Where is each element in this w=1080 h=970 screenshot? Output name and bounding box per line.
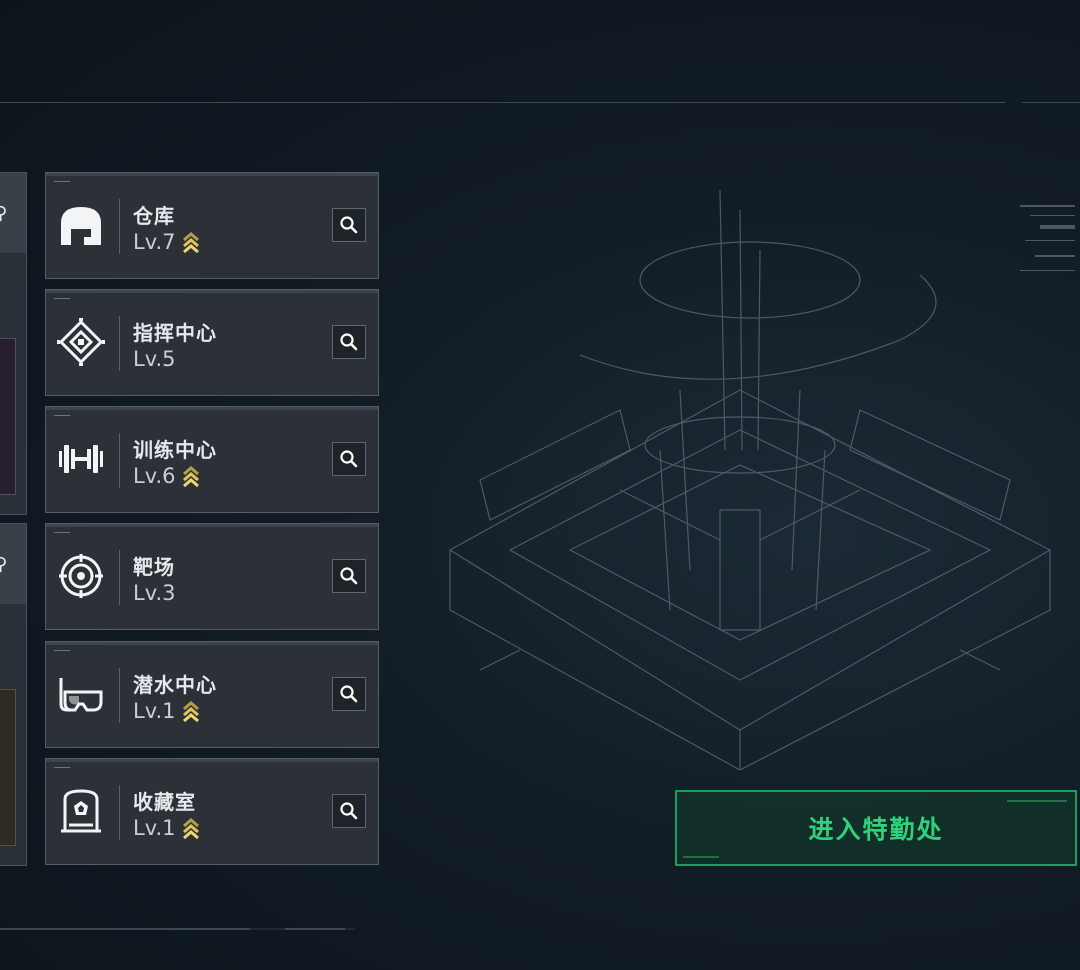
facility-card[interactable]: 收藏室 Lv.1 (45, 758, 379, 865)
card-corner-mark (54, 415, 70, 419)
facility-search-button[interactable] (332, 794, 366, 828)
card-corner-mark (54, 767, 70, 771)
top-divider-right (1022, 102, 1080, 103)
facility-level: Lv.6 (133, 464, 176, 488)
card-corner-mark (54, 532, 70, 536)
card-divider (119, 550, 120, 605)
facility-name: 靶场 (133, 555, 175, 579)
top-divider (0, 102, 1005, 103)
facility-name: 潜水中心 (133, 673, 217, 697)
search-icon (339, 801, 359, 821)
facility-search-button[interactable] (332, 325, 366, 359)
search-icon (339, 566, 359, 586)
card-divider (119, 199, 120, 254)
upgrade-available-icon (182, 232, 199, 254)
target-icon (57, 552, 105, 600)
diving-mask-icon (57, 670, 105, 718)
hud-decoration (1020, 205, 1075, 271)
facility-name: 指挥中心 (133, 321, 217, 345)
search-icon (339, 684, 359, 704)
card-divider (119, 668, 120, 723)
collection-display-icon (57, 787, 105, 835)
search-icon (339, 332, 359, 352)
facility-level: Lv.1 (133, 816, 176, 840)
facility-name: 收藏室 (133, 790, 196, 814)
left-card-partial-2[interactable]: ⚲ (0, 523, 27, 866)
facility-card[interactable]: 训练中心 Lv.6 (45, 406, 379, 513)
bottom-scroll-indicator (0, 928, 355, 930)
facility-level-row: Lv.3 (133, 581, 176, 605)
facility-search-button[interactable] (332, 208, 366, 242)
search-icon: ⚲ (0, 554, 8, 575)
card-corner-mark (54, 650, 70, 654)
upgrade-available-icon (182, 466, 199, 488)
base-wireframe-illustration (448, 190, 1052, 770)
facility-level: Lv.5 (133, 347, 176, 371)
facility-level-row: Lv.5 (133, 347, 176, 371)
facility-card[interactable]: 靶场 Lv.3 (45, 523, 379, 630)
facility-search-button[interactable] (332, 442, 366, 476)
search-icon (339, 215, 359, 235)
facility-name: 训练中心 (133, 438, 217, 462)
facility-card[interactable]: 仓库 Lv.7 (45, 172, 379, 279)
facility-card[interactable]: 指挥中心 Lv.5 (45, 289, 379, 396)
command-center-icon (57, 318, 105, 366)
search-icon (339, 449, 359, 469)
dumbbell-icon (57, 435, 105, 483)
facility-search-button[interactable] (332, 559, 366, 593)
facility-level: Lv.3 (133, 581, 176, 605)
upgrade-available-icon (182, 818, 199, 840)
facility-level: Lv.1 (133, 699, 176, 723)
card-corner-mark (54, 181, 70, 185)
facility-name: 仓库 (133, 204, 175, 228)
facility-level-row: Lv.7 (133, 230, 200, 254)
upgrade-available-icon (182, 701, 199, 723)
facility-level: Lv.7 (133, 230, 176, 254)
facility-level-row: Lv.1 (133, 699, 200, 723)
search-icon: ⚲ (0, 203, 8, 224)
facility-search-button[interactable] (332, 677, 366, 711)
card-divider (119, 433, 120, 488)
card-divider (119, 785, 120, 840)
facility-level-row: Lv.6 (133, 464, 200, 488)
enter-special-ops-button[interactable]: 进入特勤处 (675, 790, 1077, 866)
card-corner-mark (54, 298, 70, 302)
left-card-partial-1[interactable]: ⚲ (0, 172, 27, 515)
warehouse-icon (57, 201, 105, 249)
card-divider (119, 316, 120, 371)
enter-special-ops-label: 进入特勤处 (808, 815, 944, 844)
facility-card[interactable]: 潜水中心 Lv.1 (45, 641, 379, 748)
facility-level-row: Lv.1 (133, 816, 200, 840)
